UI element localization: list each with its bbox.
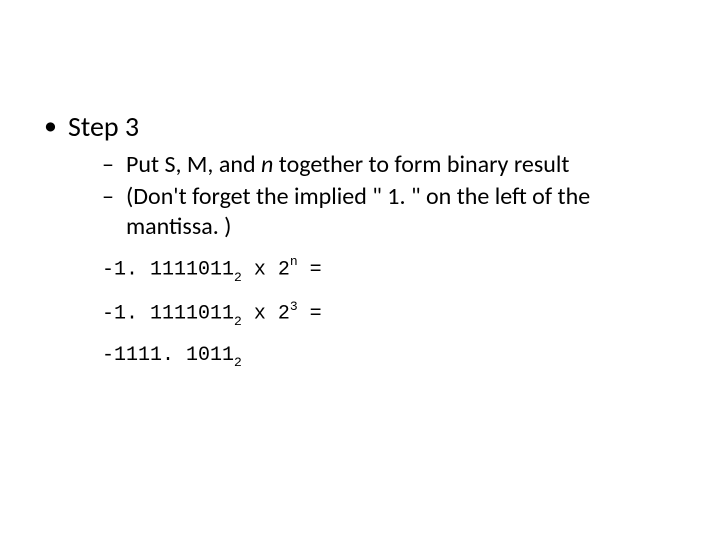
code2-sup: 3 [290, 299, 298, 314]
code-block: -1. 11110112 x 2n = -1. 11110112 x 23 = … [68, 256, 680, 370]
code2-b: x 2 [242, 303, 290, 326]
code-line-3: -1111. 10112 [102, 344, 680, 370]
sub-bullet-2: (Don't forget the implied " 1. " on the … [102, 182, 680, 242]
bullet-list-level2: Put S, M, and n together to form binary … [68, 150, 680, 242]
step-label: Step 3 [68, 109, 139, 144]
sub1-part-a: Put S, M, and [126, 150, 261, 179]
sub-bullet-1: Put S, M, and n together to form binary … [102, 150, 680, 180]
code-line-2: -1. 11110112 x 23 = [102, 300, 680, 328]
code3-a: -1111. 1011 [102, 344, 234, 367]
code1-a: -1. 1111011 [102, 258, 234, 281]
code1-sup: n [290, 254, 298, 269]
code-line-1: -1. 11110112 x 2n = [102, 256, 680, 284]
code2-sub: 2 [234, 314, 242, 329]
code1-c: = [298, 258, 322, 281]
code1-b: x 2 [242, 258, 290, 281]
slide: Step 3 Put S, M, and n together to form … [0, 0, 720, 540]
sub1-part-b: together to form binary result [273, 150, 569, 179]
code2-a: -1. 1111011 [102, 303, 234, 326]
sub2-text: (Don't forget the implied " 1. " on the … [126, 182, 590, 241]
code3-sub: 2 [234, 355, 242, 370]
code2-c: = [298, 303, 322, 326]
bullet-list-level1: Step 3 Put S, M, and n together to form … [0, 110, 720, 370]
step-bullet: Step 3 Put S, M, and n together to form … [40, 110, 680, 370]
code1-sub: 2 [234, 270, 242, 285]
sub1-n: n [261, 150, 273, 179]
